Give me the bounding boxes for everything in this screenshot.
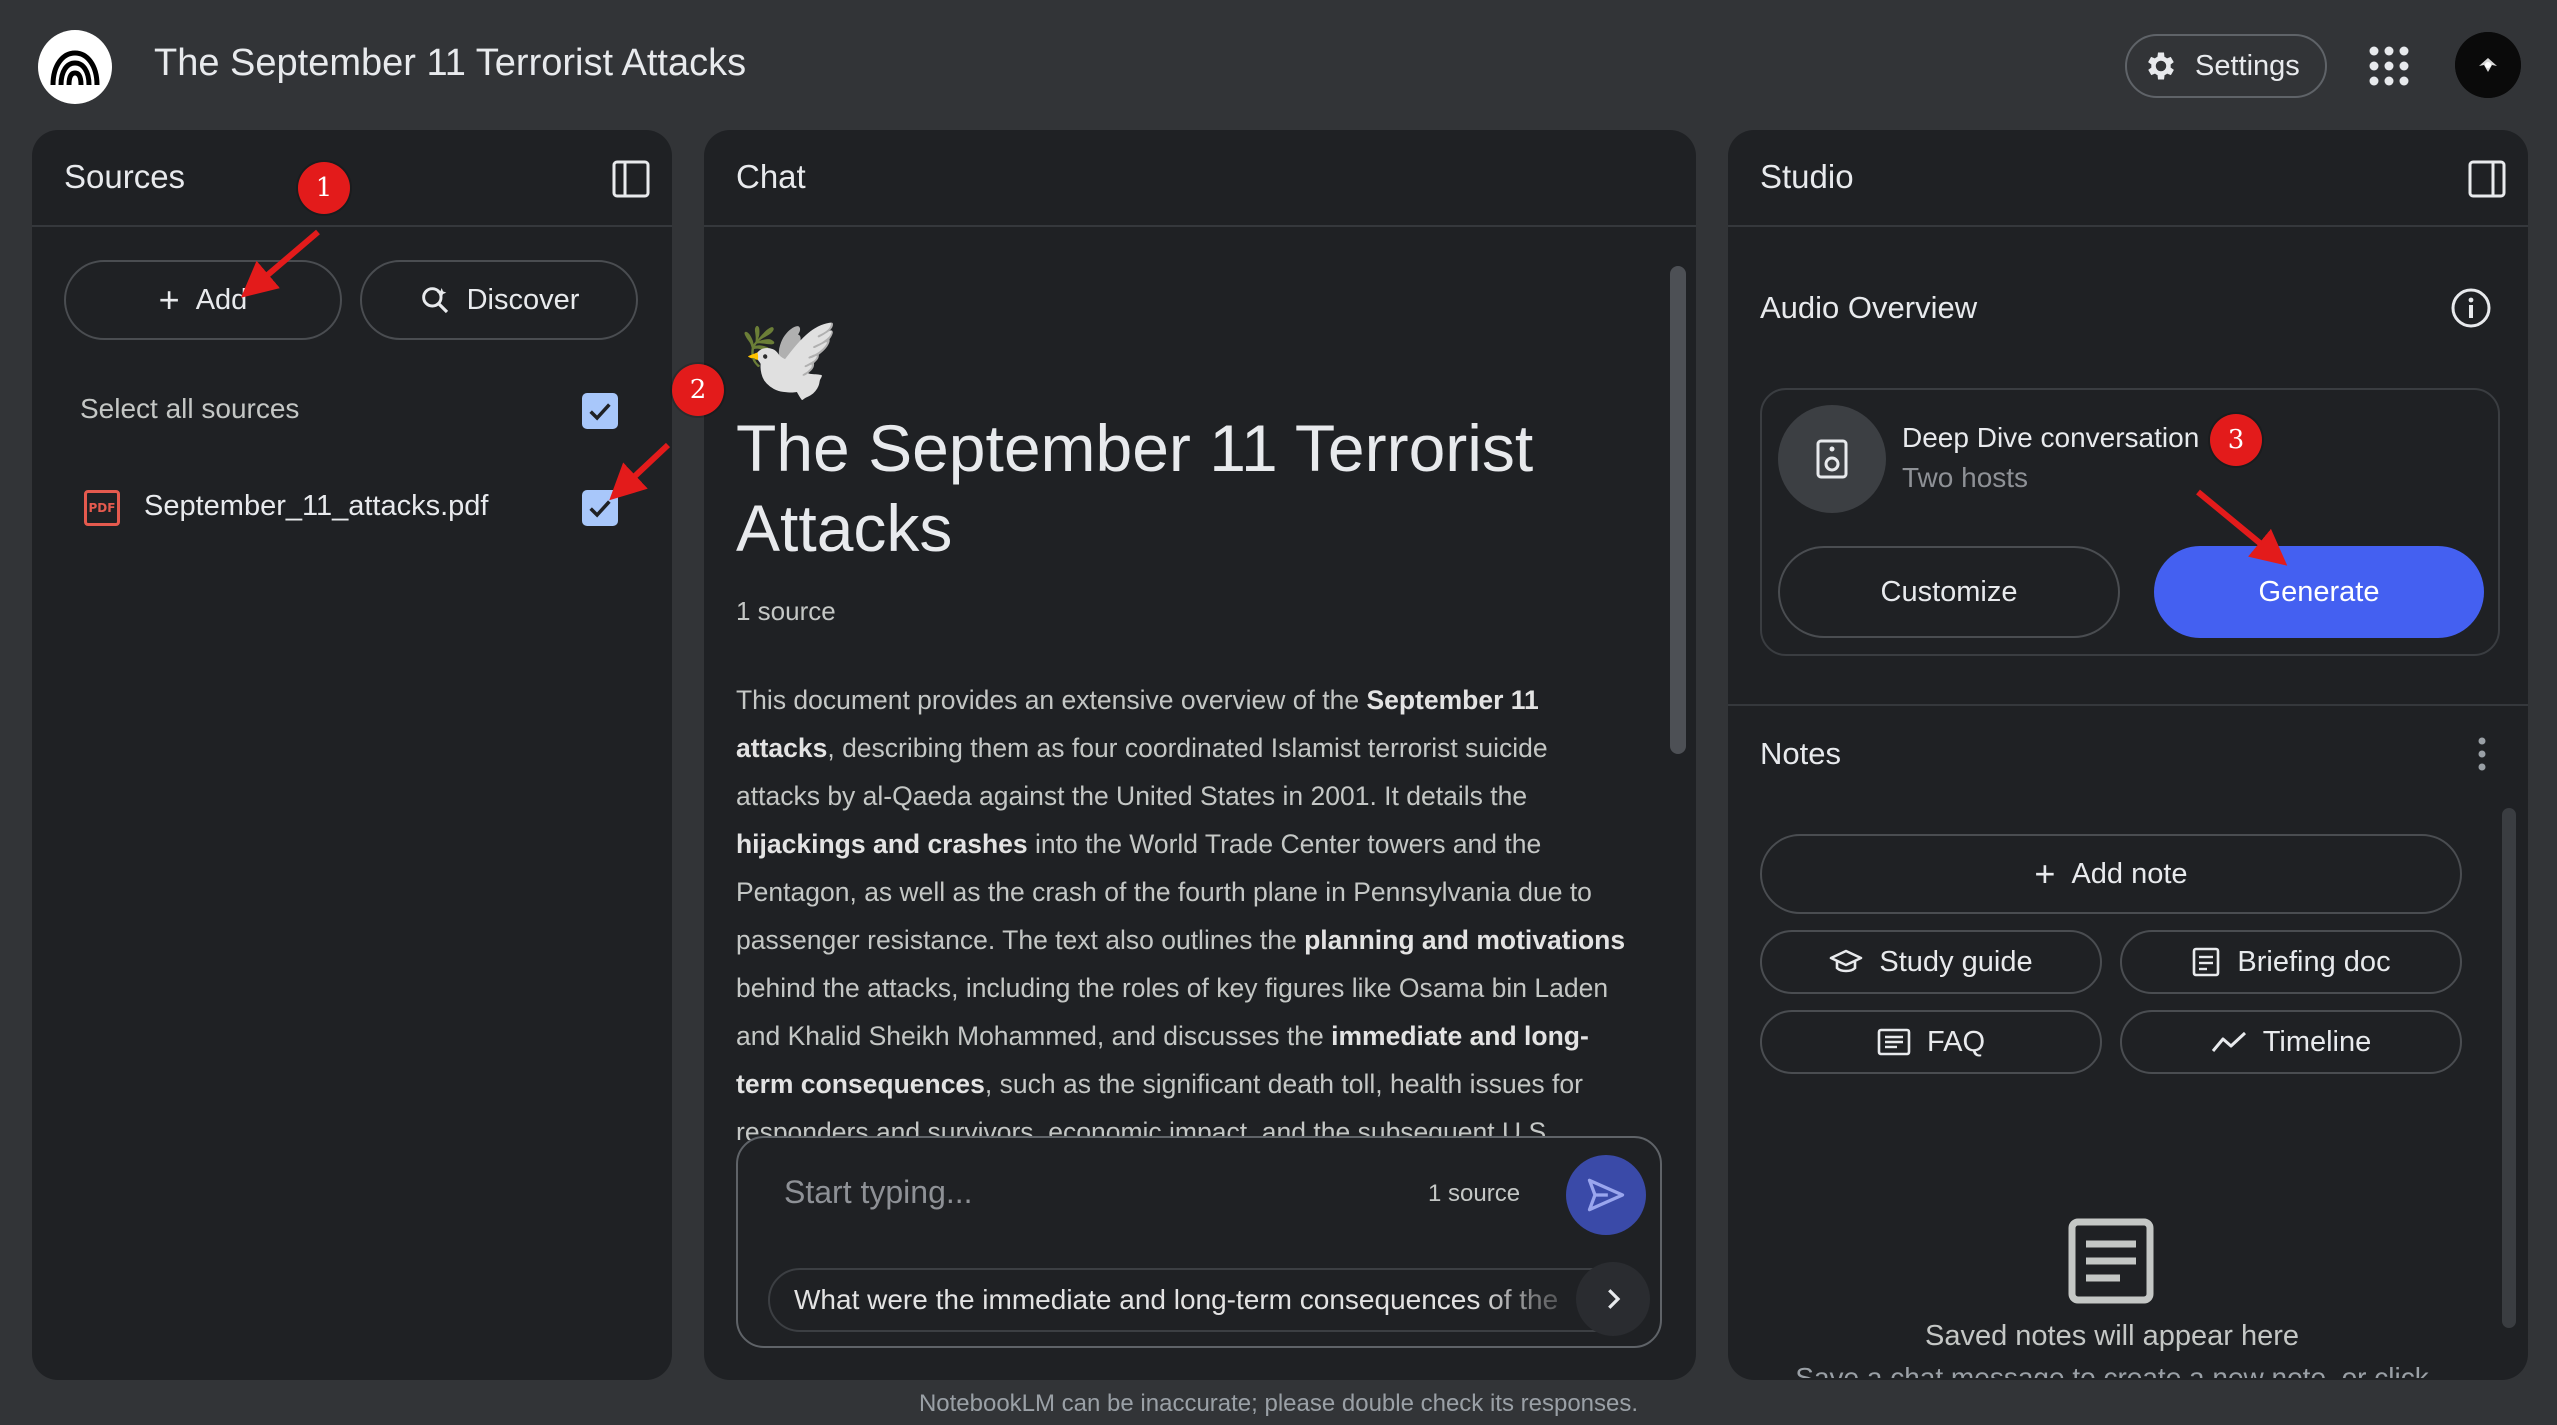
chat-input-placeholder[interactable]: Start typing... (784, 1174, 973, 1211)
faq-list-icon (1877, 1028, 1911, 1056)
notebook-summary: This document provides an extensive over… (736, 676, 1636, 1140)
notes-empty-subtitle: Save a chat message to create a new note… (1795, 1362, 2429, 1378)
source-name: September_11_attacks.pdf (144, 490, 489, 522)
add-source-button[interactable]: + Add (64, 260, 342, 340)
audio-card-title: Deep Dive conversation (1902, 422, 2200, 453)
summary-bold-phrase: planning and motivations (1304, 925, 1626, 955)
customize-button[interactable]: Customize (1778, 546, 2120, 638)
notebooklm-logo-icon[interactable] (38, 30, 112, 104)
graduation-cap-icon (1830, 949, 1863, 973)
send-button[interactable] (1566, 1155, 1646, 1235)
generate-button[interactable]: Generate (2154, 546, 2484, 638)
notebook-heading: The September 11 Terrorist Attacks (736, 411, 1534, 565)
plus-icon: + (158, 279, 180, 320)
source-item[interactable]: PDF September_11_attacks.pdf (64, 470, 624, 546)
chat-title: Chat (736, 158, 806, 195)
discover-search-icon (421, 287, 448, 314)
user-avatar[interactable] (2455, 32, 2521, 98)
suggested-question-text: What were the immediate and long-term co… (794, 1284, 1559, 1315)
more-vert-icon[interactable] (2476, 736, 2488, 772)
sources-title: Sources (64, 158, 186, 195)
notes-heading: Notes (1760, 736, 1841, 771)
speaker-icon (1816, 439, 1848, 479)
send-icon (1587, 1178, 1625, 1212)
select-all-label: Select all sources (80, 393, 300, 424)
sources-header: Sources (32, 130, 672, 227)
annotation-badge-2: 2 (672, 364, 724, 416)
discover-button[interactable]: Discover (360, 260, 638, 340)
suggested-question[interactable]: What were the immediate and long-term co… (768, 1268, 1638, 1332)
customize-label: Customize (1880, 575, 2018, 608)
collapse-panel-icon[interactable] (612, 160, 650, 198)
document-list-icon (2193, 947, 2220, 977)
add-note-button[interactable]: + Add note (1760, 834, 2462, 914)
timeline-button[interactable]: Timeline (2120, 1010, 2462, 1074)
gear-icon (2148, 52, 2174, 80)
source-count: 1 source (736, 596, 836, 626)
checkmark-icon (589, 500, 611, 518)
notes-scrollbar[interactable] (2502, 808, 2516, 1328)
summary-text: , describing them as four coordinated Is… (736, 733, 1548, 811)
trend-line-icon (2211, 1031, 2246, 1052)
notes-empty-title: Saved notes will appear here (1924, 1320, 2299, 1352)
settings-button[interactable]: Settings (2125, 34, 2327, 98)
notes-empty-icon (2068, 1218, 2154, 1304)
settings-label: Settings (2195, 49, 2300, 82)
annotation-badge-1: 1 (298, 162, 350, 214)
audio-card-subtitle: Two hosts (1902, 462, 2029, 493)
audio-icon-circle (1778, 405, 1886, 513)
summary-text: This document provides an extensive over… (736, 685, 1367, 715)
notebook-title[interactable]: The September 11 Terrorist Attacks (154, 42, 746, 85)
suggestion-next-button[interactable] (1576, 1262, 1650, 1336)
info-icon[interactable] (2450, 287, 2492, 329)
generate-label: Generate (2258, 575, 2380, 608)
discover-label: Discover (466, 283, 580, 316)
plus-icon: + (2034, 853, 2056, 894)
chat-header: Chat (704, 130, 1696, 227)
briefing-doc-button[interactable]: Briefing doc (2120, 930, 2462, 994)
disclaimer-footer: NotebookLM can be inaccurate; please dou… (918, 1390, 1639, 1417)
summary-bold-phrase: hijackings and crashes (736, 829, 1028, 859)
study-guide-button[interactable]: Study guide (1760, 930, 2102, 994)
source-checkbox[interactable] (582, 490, 618, 526)
briefing-doc-label: Briefing doc (2237, 945, 2391, 978)
input-source-count: 1 source (1428, 1180, 1521, 1207)
study-guide-label: Study guide (1879, 945, 2033, 978)
audio-overview-heading: Audio Overview (1760, 290, 1978, 325)
collapse-panel-icon[interactable] (2468, 160, 2506, 198)
chevron-right-icon (1608, 1289, 1621, 1309)
timeline-label: Timeline (2262, 1025, 2372, 1058)
chat-scrollbar[interactable] (1670, 266, 1686, 754)
studio-divider (1728, 704, 2528, 706)
add-label: Add (195, 283, 248, 316)
studio-header: Studio (1728, 130, 2528, 227)
select-all-checkbox[interactable] (582, 393, 618, 429)
apps-grid-icon[interactable] (2368, 45, 2410, 87)
faq-button[interactable]: FAQ (1760, 1010, 2102, 1074)
pdf-icon: PDF (84, 490, 120, 526)
faq-label: FAQ (1926, 1025, 1985, 1058)
dove-emoji: 🕊️ (738, 313, 841, 404)
notes-empty-subtitle-clip: Save a chat message to create a new note… (1728, 1362, 2496, 1378)
checkmark-icon (589, 403, 611, 421)
add-note-label: Add note (2071, 857, 2188, 890)
annotation-badge-3: 3 (2210, 414, 2262, 466)
studio-title: Studio (1760, 158, 1854, 195)
